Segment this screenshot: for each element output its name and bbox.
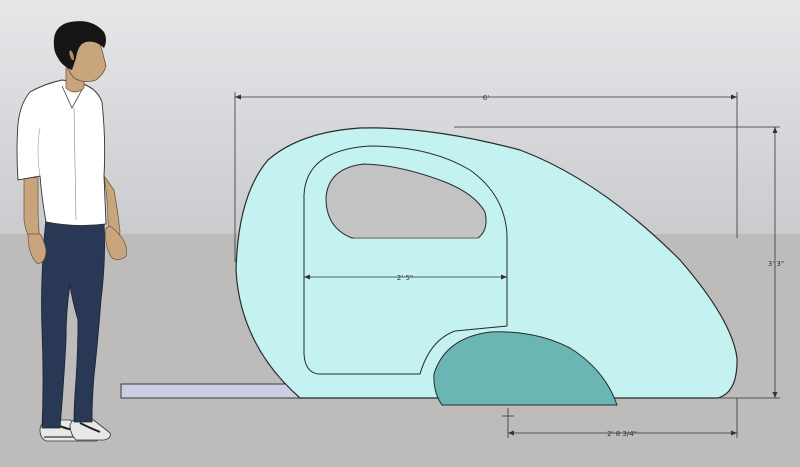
dimension-label-door-width: 2' 5" (397, 274, 413, 282)
sketchup-scene: 6' 3' 3" 2' 5" 2' 8 3/4" (0, 0, 800, 467)
dimension-label-length: 6' (483, 94, 489, 102)
dimension-label-wheel-offset: 2' 8 3/4" (607, 430, 637, 438)
dimension-label-height: 3' 3" (768, 260, 784, 268)
hitch-tongue (120, 383, 302, 399)
